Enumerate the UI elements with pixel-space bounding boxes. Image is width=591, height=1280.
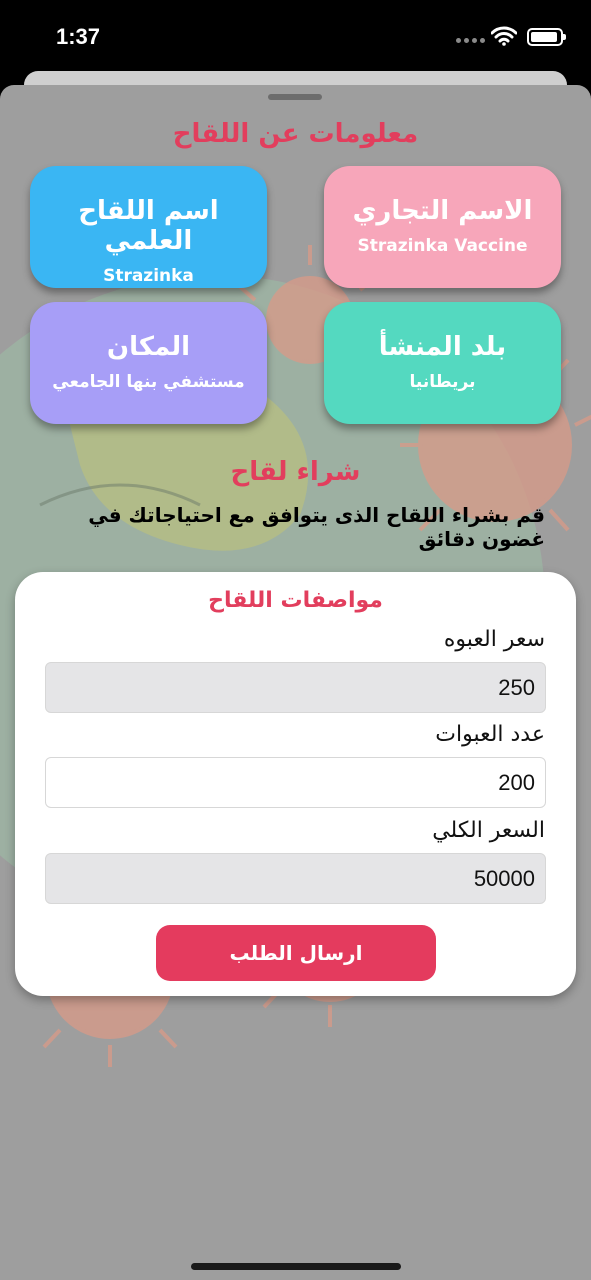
status-bar: 1:37 [0,0,591,80]
home-indicator[interactable] [191,1263,401,1270]
total-field [45,853,546,904]
purchase-description: قم بشراء اللقاح الذى يتوافق مع احتياجاتك… [88,503,545,551]
purchase-section-title: شراء لقاح [230,457,361,487]
origin-country-label: بلد المنشأ [378,332,507,362]
vaccine-sheet: معلومات عن اللقاح الاسم التجاري Strazink… [0,85,591,1280]
location-card: المكان مستشفي بنها الجامعي [30,302,267,424]
specs-title: مواصفات اللقاح [208,588,383,613]
cellular-signal-icon [456,38,485,43]
battery-icon [527,28,566,46]
wifi-icon [491,26,517,46]
sheet-grabber[interactable] [268,94,322,100]
scientific-name-value: Strazinka [103,266,194,286]
info-section-title: معلومات عن اللقاح [172,119,419,149]
scientific-name-label: اسم اللقاح العلمي [78,196,219,256]
origin-country-card: بلد المنشأ بريطانيا [324,302,561,424]
location-label: المكان [106,332,191,362]
scientific-name-card: اسم اللقاح العلمي Strazinka [30,166,267,288]
count-label: عدد العبوات [435,722,545,747]
origin-country-value: بريطانيا [409,372,476,392]
trade-name-card: الاسم التجاري Strazinka Vaccine [324,166,561,288]
total-label: السعر الكلي [432,818,545,843]
trade-name-value: Strazinka Vaccine [357,236,528,256]
count-field[interactable] [45,757,546,808]
price-field [45,662,546,713]
price-label: سعر العبوه [443,627,545,652]
location-value: مستشفي بنها الجامعي [52,372,245,392]
status-time: 1:37 [56,24,101,49]
submit-order-button[interactable]: ارسال الطلب [156,925,436,981]
vaccine-specs-panel: مواصفات اللقاح سعر العبوه عدد العبوات ال… [15,572,576,996]
trade-name-label: الاسم التجاري [352,196,533,226]
